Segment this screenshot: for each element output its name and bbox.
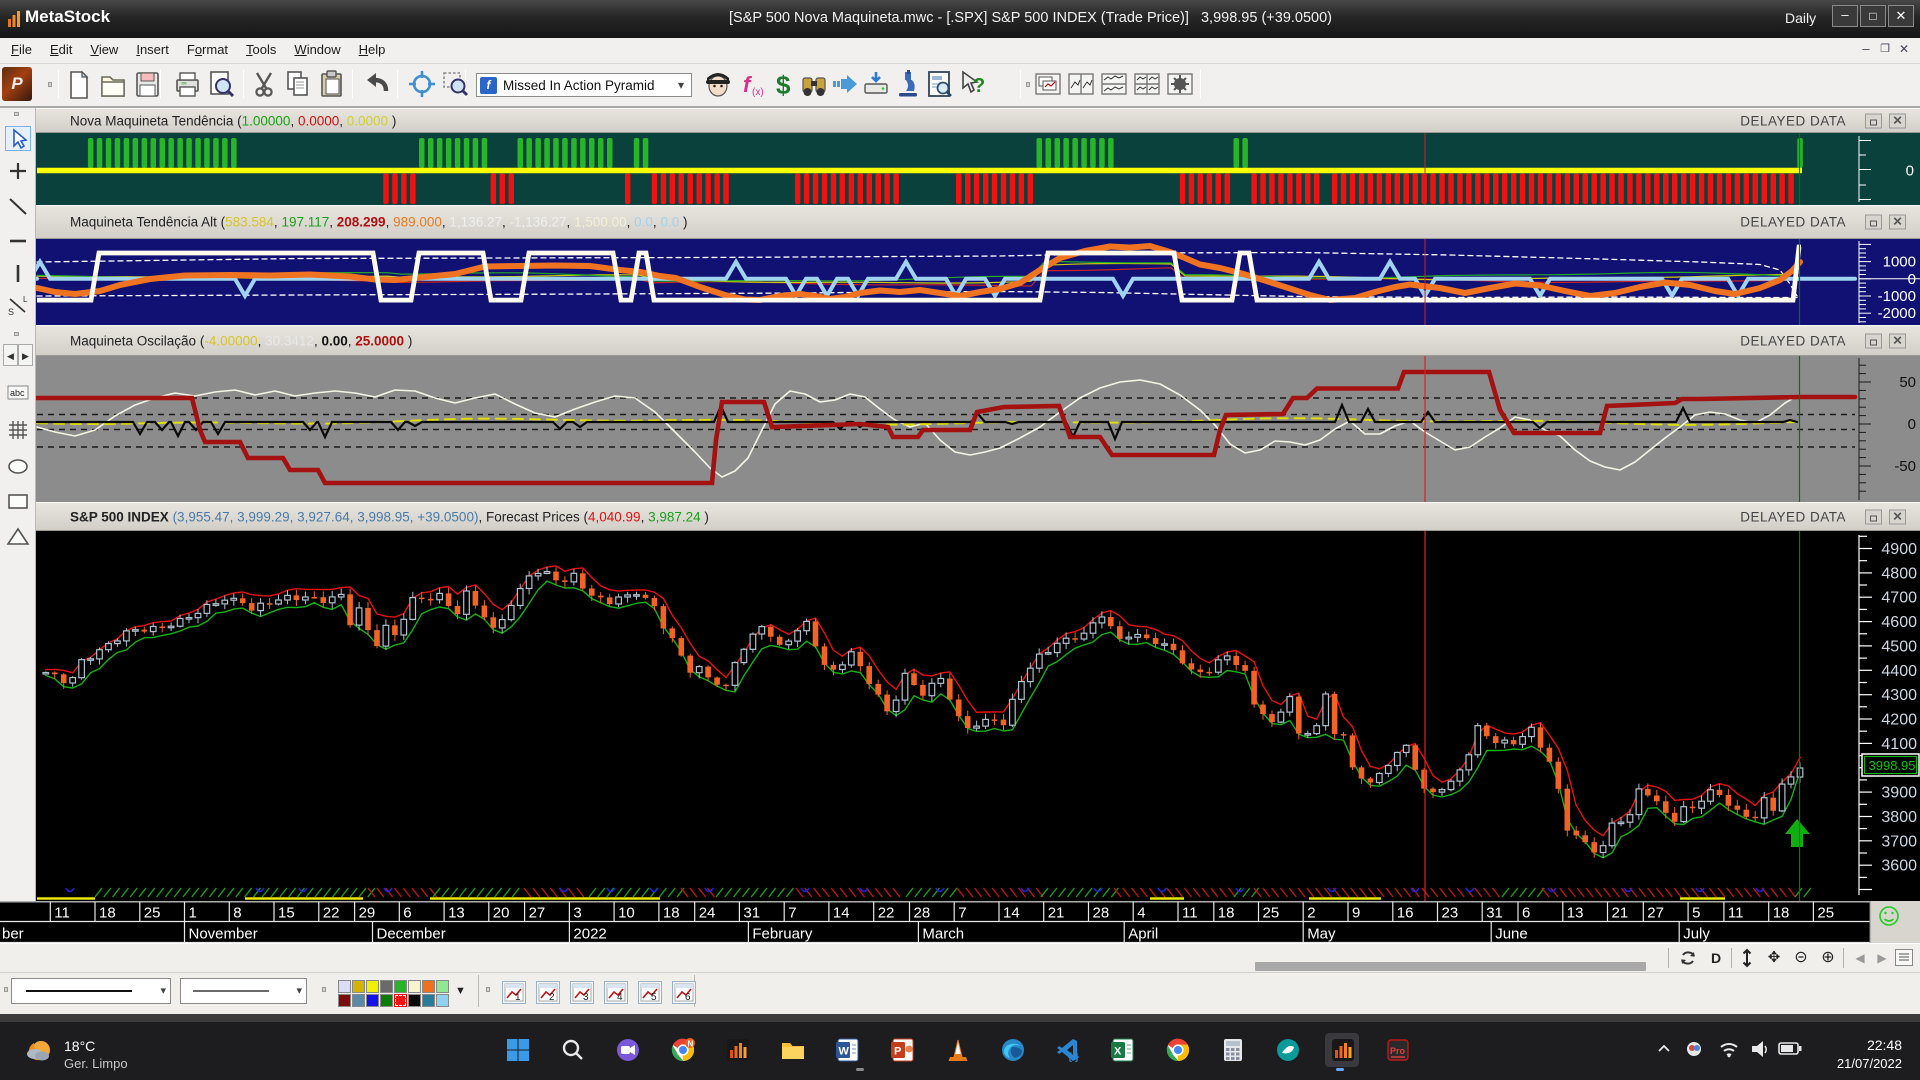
svg-text:P: P — [894, 1046, 901, 1058]
svg-text:22: 22 — [878, 905, 895, 922]
svg-text:February: February — [752, 926, 813, 943]
svg-text:3700: 3700 — [1881, 833, 1917, 850]
svg-text:?: ? — [973, 75, 985, 97]
svg-text:0: 0 — [1908, 271, 1916, 288]
svg-text:November: November — [189, 926, 258, 943]
svg-text:December: December — [377, 926, 446, 943]
svg-text:18: 18 — [663, 905, 680, 922]
svg-text:4200: 4200 — [1881, 712, 1917, 729]
svg-text:10: 10 — [618, 905, 635, 922]
svg-text:-50: -50 — [1894, 458, 1916, 475]
svg-text:2: 2 — [1307, 905, 1315, 922]
svg-text:4700: 4700 — [1881, 590, 1917, 607]
svg-text:May: May — [1307, 926, 1336, 943]
svg-text:{⋅}: {⋅} — [1068, 1052, 1079, 1063]
svg-text:2022: 2022 — [573, 926, 606, 943]
svg-text:4: 4 — [617, 992, 623, 1003]
svg-text:June: June — [1495, 926, 1528, 943]
svg-text:6: 6 — [403, 905, 411, 922]
svg-text:16: 16 — [1397, 905, 1414, 922]
svg-text:3998.95: 3998.95 — [1869, 758, 1916, 773]
svg-text:27: 27 — [1647, 905, 1664, 922]
svg-text:4100: 4100 — [1881, 736, 1917, 753]
svg-text:ber: ber — [2, 926, 24, 943]
svg-text:25: 25 — [144, 905, 161, 922]
svg-text:W: W — [839, 1046, 850, 1058]
svg-text:14: 14 — [1003, 905, 1020, 922]
svg-text:20: 20 — [493, 905, 510, 922]
svg-text:18: 18 — [1218, 905, 1235, 922]
svg-text:April: April — [1128, 926, 1158, 943]
svg-text:N: N — [688, 1040, 694, 1049]
svg-text:X: X — [1114, 1046, 1122, 1058]
svg-text:(x): (x) — [752, 87, 764, 98]
svg-text:S: S — [8, 307, 14, 317]
svg-text:3600: 3600 — [1881, 858, 1917, 875]
svg-text:13: 13 — [448, 905, 465, 922]
svg-text:4600: 4600 — [1881, 614, 1917, 631]
svg-text:15: 15 — [278, 905, 295, 922]
svg-text:4400: 4400 — [1881, 663, 1917, 680]
svg-text:21: 21 — [1612, 905, 1629, 922]
svg-text:-1000: -1000 — [1878, 288, 1916, 305]
svg-text:24: 24 — [699, 905, 716, 922]
svg-text:4: 4 — [1137, 905, 1145, 922]
svg-text:18: 18 — [99, 905, 116, 922]
svg-text:4900: 4900 — [1881, 541, 1917, 558]
svg-text:5: 5 — [1692, 905, 1700, 922]
svg-text:11: 11 — [1182, 905, 1198, 922]
svg-text:7: 7 — [958, 905, 966, 922]
svg-text:4500: 4500 — [1881, 638, 1917, 655]
svg-text:18: 18 — [1773, 905, 1790, 922]
svg-text:-2000: -2000 — [1878, 305, 1916, 322]
svg-text:3800: 3800 — [1881, 809, 1917, 826]
svg-text:11: 11 — [1728, 905, 1744, 922]
svg-text:abc: abc — [10, 388, 25, 398]
svg-text:22: 22 — [323, 905, 340, 922]
svg-text:28: 28 — [1093, 905, 1110, 922]
svg-text:$: $ — [776, 70, 791, 100]
svg-text:1: 1 — [515, 992, 521, 1003]
svg-text:March: March — [922, 926, 964, 943]
svg-text:21: 21 — [1048, 905, 1065, 922]
svg-text:4300: 4300 — [1881, 687, 1917, 704]
svg-text:3: 3 — [573, 905, 581, 922]
svg-text:0: 0 — [1908, 416, 1916, 433]
svg-text:0: 0 — [1906, 163, 1914, 180]
svg-text:13: 13 — [1567, 905, 1584, 922]
svg-text:2: 2 — [549, 992, 555, 1003]
svg-text:23: 23 — [1442, 905, 1459, 922]
svg-text:Pro: Pro — [1390, 1046, 1406, 1056]
svg-text:3900: 3900 — [1881, 785, 1917, 802]
svg-text:7: 7 — [788, 905, 796, 922]
svg-text:11: 11 — [54, 905, 70, 922]
svg-text:25: 25 — [1817, 905, 1834, 922]
svg-text:July: July — [1683, 926, 1710, 943]
svg-text:27: 27 — [529, 905, 546, 922]
svg-text:25: 25 — [1263, 905, 1280, 922]
svg-text:8: 8 — [233, 905, 241, 922]
svg-text:3: 3 — [583, 992, 589, 1003]
svg-text:14: 14 — [833, 905, 850, 922]
svg-text:1000: 1000 — [1883, 254, 1916, 271]
svg-text:28: 28 — [914, 905, 931, 922]
svg-text:9: 9 — [1352, 905, 1360, 922]
svg-text:31: 31 — [1486, 905, 1503, 922]
svg-text:29: 29 — [359, 905, 376, 922]
svg-text:31: 31 — [743, 905, 760, 922]
svg-text:L: L — [23, 295, 28, 304]
svg-text:50: 50 — [1899, 374, 1916, 391]
svg-text:6: 6 — [685, 992, 691, 1003]
svg-text:6: 6 — [1522, 905, 1530, 922]
svg-text:4800: 4800 — [1881, 565, 1917, 582]
svg-text:5: 5 — [651, 992, 657, 1003]
svg-text:1: 1 — [189, 905, 197, 922]
